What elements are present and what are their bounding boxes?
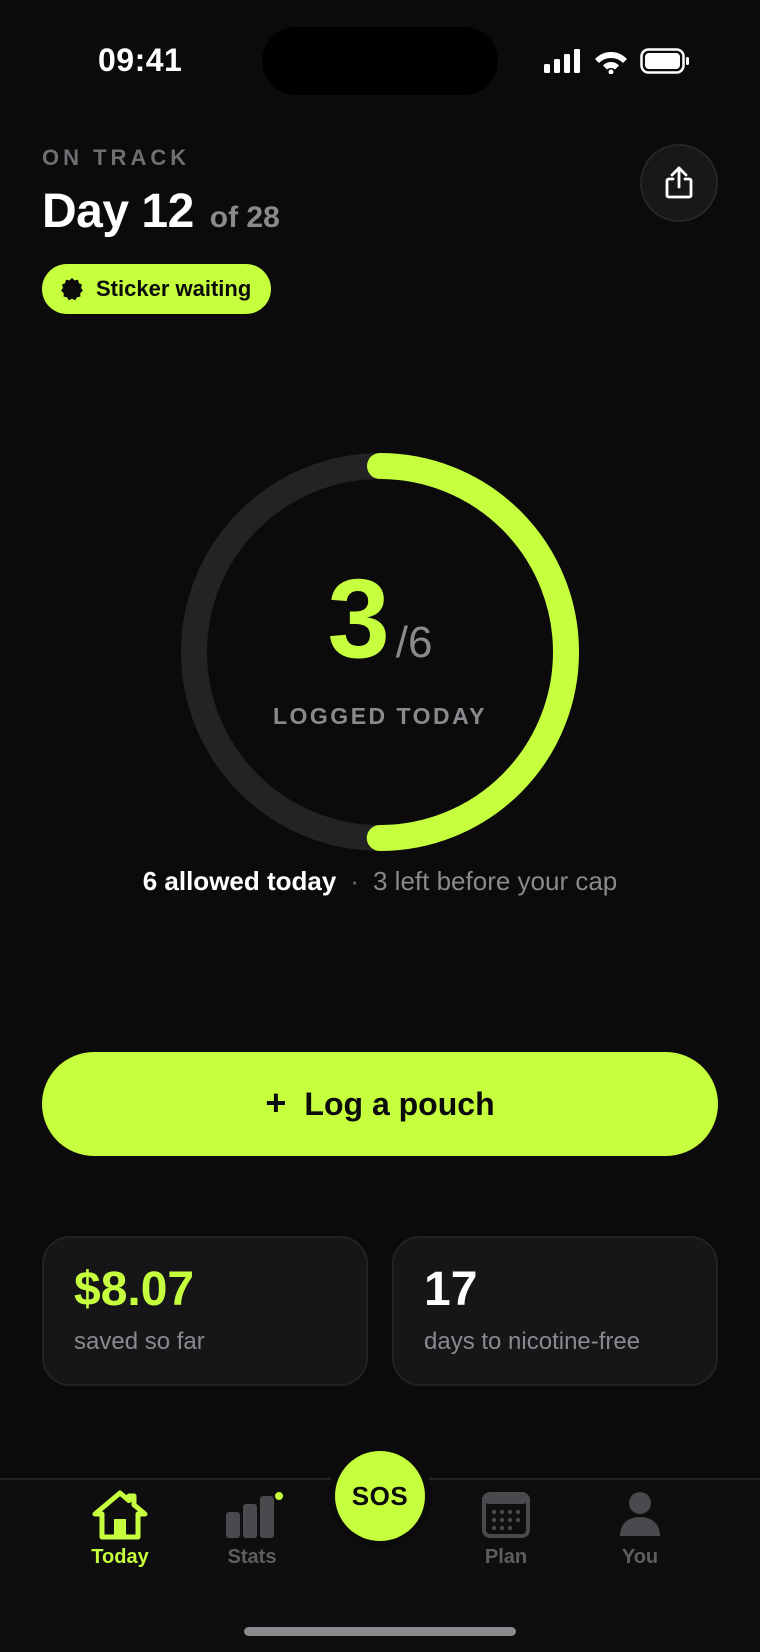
log-pouch-label: Log a pouch <box>304 1085 495 1122</box>
progress-readout: 3 /6 LOGGED TODAY <box>180 452 580 852</box>
logged-today-label: LOGGED TODAY <box>272 702 488 729</box>
home-icon <box>92 1490 148 1540</box>
total-count: /6 <box>395 617 433 667</box>
log-pouch-button[interactable]: + Log a pouch <box>42 1052 718 1156</box>
tab-plan[interactable]: Plan <box>446 1490 566 1569</box>
badge-seal-icon <box>61 278 83 301</box>
tab-today-label: Today <box>91 1546 149 1568</box>
share-icon <box>665 166 693 199</box>
logged-count: 3 <box>327 555 390 681</box>
sos-button[interactable]: SOS <box>335 1451 425 1541</box>
battery-icon <box>640 48 689 74</box>
days-remaining-card: 17 days to nicotine-free <box>392 1236 718 1386</box>
status-time: 09:41 <box>98 42 183 78</box>
wifi-icon <box>595 52 627 74</box>
signal-icon <box>544 49 580 73</box>
sos-button-ring: SOS <box>328 1444 432 1548</box>
allowed-today-text: 6 allowed today <box>142 866 337 896</box>
day-heading: Day 12 of 28 <box>42 184 280 239</box>
day-title: Day 12 <box>42 185 194 238</box>
share-button[interactable] <box>640 144 718 222</box>
money-saved-value: $8.07 <box>74 1263 195 1316</box>
plus-icon: + <box>265 1081 287 1123</box>
allowance-separator: · <box>350 866 359 896</box>
status-eyebrow: ON TRACK <box>42 145 191 170</box>
tab-you-label: You <box>621 1546 659 1568</box>
money-saved-label: saved so far <box>74 1328 205 1355</box>
tab-stats[interactable]: Stats <box>192 1490 312 1569</box>
notification-dot <box>273 1490 285 1502</box>
count-row: 3 /6 <box>327 555 433 681</box>
tab-plan-label: Plan <box>484 1546 528 1568</box>
status-icons <box>544 46 690 76</box>
day-of-total: of 28 <box>209 201 280 234</box>
money-saved-card: $8.07 saved so far <box>42 1236 368 1386</box>
sticker-waiting-badge[interactable]: Sticker waiting <box>42 264 272 314</box>
calendar-icon <box>482 1492 530 1538</box>
dynamic-island <box>262 27 498 95</box>
person-icon <box>620 1492 660 1536</box>
days-remaining-value: 17 <box>424 1263 478 1316</box>
home-indicator <box>244 1627 516 1636</box>
days-remaining-label: days to nicotine-free <box>424 1328 641 1355</box>
remaining-text: 3 left before your cap <box>373 866 618 896</box>
tab-today[interactable]: Today <box>60 1490 180 1569</box>
bar-chart-icon <box>226 1490 285 1538</box>
allowance-summary: 6 allowed today · 3 left before your cap <box>0 866 760 897</box>
tab-stats-label: Stats <box>227 1546 277 1568</box>
tab-you[interactable]: You <box>580 1490 700 1569</box>
sticker-waiting-label: Sticker waiting <box>96 276 252 301</box>
